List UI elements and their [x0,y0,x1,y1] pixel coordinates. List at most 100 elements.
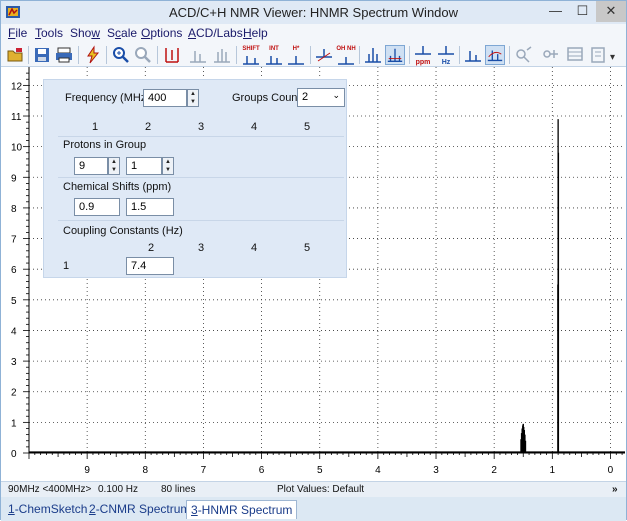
coupling-constants-label: Coupling Constants (Hz) [63,225,183,237]
app-window: ACD/C+H NMR Viewer: HNMR Spectrum Window… [0,0,627,521]
expand-horizontal-icon[interactable] [162,45,182,65]
molecule-icon[interactable] [514,45,534,65]
nuclei-button[interactable]: H* [286,45,306,65]
lightning-icon[interactable] [83,45,103,65]
protons-group-1-input[interactable]: 9 [74,157,108,175]
title-bar: ACD/C+H NMR Viewer: HNMR Spectrum Window… [1,1,626,24]
baseline-icon[interactable] [314,45,334,65]
x-tick-label: 4 [375,465,381,476]
y-tick-label: 8 [11,204,17,215]
status-more-button[interactable]: » [612,484,618,495]
toolbar: SHIFT INT H* OH NH ppm Hz ▾ [1,43,626,67]
y-tick-label: 5 [11,296,17,307]
status-frequency: 90MHz <400MHz> [8,484,92,495]
status-hz: 0.100 Hz [98,484,139,495]
y-tick-label: 11 [11,112,22,123]
x-tick-label: 1 [550,465,556,476]
protons-label: Protons in Group [63,139,147,151]
menu-scale[interactable]: Scale [107,26,137,40]
table-icon[interactable] [565,45,585,65]
x-tick-label: 7 [201,465,207,476]
coupling-header-4: 4 [251,242,258,254]
spectrum-plot[interactable]: 9 8 7 6 5 4 3 2 1 0 0 1 2 3 4 5 6 7 8 9 10 11 12 Frequency (MH… [1,67,626,481]
peak-icon[interactable] [188,45,208,65]
menu-help[interactable]: Help [243,26,268,40]
x-tick-label: 2 [491,465,497,476]
spectrum-lines-icon[interactable] [363,45,383,65]
menu-bar: File Tools Show Scale Options ACD/Labs Help [1,24,626,43]
status-plot-values: Plot Values: Default [277,484,365,495]
y-tick-label: 2 [11,388,17,399]
reference-icon[interactable] [463,45,483,65]
zoom-out-icon[interactable] [133,45,153,65]
zoom-in-icon[interactable] [111,45,131,65]
x-tick-label: 9 [84,465,90,476]
protons-group-2-input[interactable]: 1 [126,157,162,175]
window-title: ACD/C+H NMR Viewer: HNMR Spectrum Window [168,5,459,20]
y-tick-label: 6 [11,265,17,276]
minimize-button[interactable]: — [542,1,569,22]
ppm-button[interactable]: ppm [413,45,433,66]
coupling-header-5: 5 [304,242,311,254]
close-button[interactable]: ✕ [596,1,626,22]
x-tick-label: 0 [608,465,614,476]
y-tick-label: 0 [11,449,17,460]
report-icon[interactable] [589,45,609,65]
spectrum-curve-icon[interactable] [385,45,405,65]
open-icon[interactable] [5,45,25,65]
x-tick-label: 6 [259,465,265,476]
shift-group-1-input[interactable]: 0.9 [74,198,120,216]
int-button[interactable]: INT [264,45,284,65]
x-tick-label: 3 [433,465,439,476]
status-bar: 90MHz <400MHz> 0.100 Hz 80 lines Plot Va… [1,481,626,497]
group-header-3: 3 [198,121,205,133]
protons-group-1-spinner[interactable]: ▲ ▼ [108,157,120,175]
status-lines: 80 lines [161,484,196,495]
menu-file[interactable]: File [8,26,27,40]
frequency-input[interactable]: 400 [143,89,187,107]
x-tick-label: 8 [143,465,149,476]
coupling-1-2-input[interactable]: 7.4 [126,257,174,275]
chemical-shifts-label: Chemical Shifts (ppm) [63,181,172,193]
group-header-2: 2 [145,121,152,133]
y-tick-label: 7 [11,235,17,246]
y-tick-label: 3 [11,357,17,368]
group-header-1: 1 [92,121,99,133]
multiplet-icon[interactable] [212,45,232,65]
coupling-header-2: 2 [148,242,155,254]
group-header-4: 4 [251,121,258,133]
coupling-header-3: 3 [198,242,205,254]
menu-show[interactable]: Show [70,26,100,40]
save-icon[interactable] [32,45,52,65]
oh-nh-button[interactable]: OH NH [336,45,356,65]
toolbar-overflow-icon[interactable]: ▾ [610,45,620,65]
menu-options[interactable]: Options [141,26,182,40]
coupling-row-label: 1 [63,260,70,272]
shift-button[interactable]: SHIFT [241,45,261,65]
menu-acdlabs[interactable]: ACD/Labs [188,26,243,40]
frequency-spinner[interactable]: ▲ ▼ [187,89,199,107]
groups-count-select[interactable]: 2 ⌄ [297,88,345,107]
tab-cnmr-spectrum[interactable]: 2-CNMR Spectrum [85,500,194,519]
chevron-down-icon: ⌄ [332,90,340,100]
maximize-button[interactable]: ☐ [569,1,596,22]
window-tabs: 1-ChemSketch 2-CNMR Spectrum 3-HNMR Spectr… [1,497,626,521]
group-header-5: 5 [304,121,311,133]
simulation-panel: Frequency (MHz) : 400 ▲ ▼ Groups Count : … [43,79,347,278]
integrate-icon[interactable] [485,45,505,65]
protons-group-2-spinner[interactable]: ▲ ▼ [162,157,174,175]
x-tick-label: 5 [317,465,323,476]
y-tick-label: 12 [11,81,23,92]
print-icon[interactable] [54,45,74,65]
tab-hnmr-spectrum[interactable]: 3-HNMR Spectrum [186,500,298,519]
y-tick-label: 4 [11,326,17,337]
y-tick-label: 1 [11,418,17,429]
assign-icon[interactable] [541,45,561,65]
groups-count-label: Groups Count : [232,92,307,104]
y-tick-label: 10 [11,143,23,154]
hz-button[interactable]: Hz [436,45,456,66]
tab-chemsketch[interactable]: 1-ChemSketch [4,500,91,519]
menu-tools[interactable]: Tools [35,26,63,40]
y-tick-label: 9 [11,173,17,184]
shift-group-2-input[interactable]: 1.5 [126,198,174,216]
